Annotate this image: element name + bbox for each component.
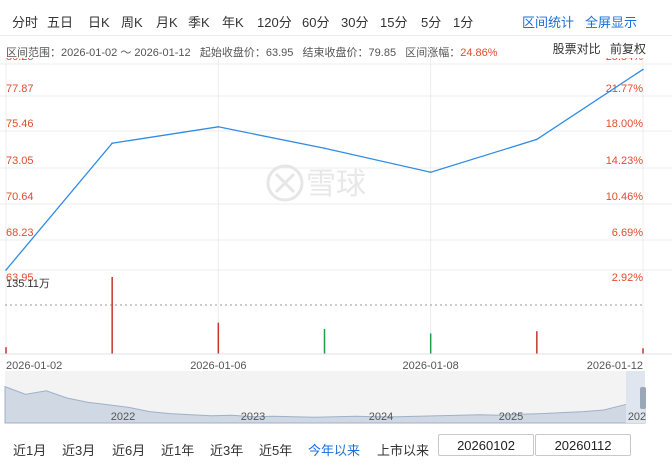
price-point: [429, 171, 432, 174]
watermark-text: 雪球: [306, 167, 366, 202]
y-axis-right: 25.54% 21.77% 18.00% 14.23% 10.46% 6.69% 2.92%: [606, 58, 644, 284]
range-stats-button[interactable]: 区间统计: [522, 12, 574, 31]
stock-compare-link[interactable]: 股票对比: [553, 42, 601, 56]
overview-year-label: 2025: [499, 411, 523, 423]
tab-yearly-k[interactable]: 年K: [222, 12, 244, 31]
price-point: [323, 147, 326, 150]
tab-120min[interactable]: 120分: [257, 12, 292, 31]
volume-bar: [111, 277, 113, 354]
tab-5min[interactable]: 5分: [421, 12, 441, 31]
range-selector: 近1月 近3月 近6月 近1年 近3年 近5年 今年以来 上市以来: [0, 434, 672, 462]
price-point: [536, 138, 538, 141]
tabs-divider: [0, 35, 672, 36]
tab-15min[interactable]: 15分: [380, 12, 407, 31]
y-tick-label-right: 2.92%: [612, 272, 643, 284]
price-chart[interactable]: 雪球 80.2877.8775.4673.0570.6468.2363.95 2…: [0, 58, 672, 434]
y-tick-label-left: 77.87: [6, 83, 34, 95]
tab-quarterly-k[interactable]: 季K: [188, 12, 210, 31]
price-point: [642, 68, 644, 71]
watermark: 雪球: [266, 164, 366, 202]
tab-time-sharing[interactable]: 分时: [12, 12, 38, 31]
tab-five-day[interactable]: 五日: [47, 12, 73, 31]
range-ytd-button[interactable]: 今年以来: [308, 440, 360, 459]
volume-bar: [217, 322, 220, 354]
overview-year-label: 2022: [111, 411, 135, 423]
y-tick-label-left: 75.46: [6, 118, 34, 130]
volume-bar: [429, 333, 432, 354]
y-tick-label-right: 18.00%: [606, 118, 644, 130]
y-tick-label-left: 70.64: [6, 191, 34, 203]
end-date-input[interactable]: [535, 434, 631, 456]
tab-1min[interactable]: 1分: [453, 12, 473, 31]
tab-weekly-k[interactable]: 周K: [121, 12, 143, 31]
price-point: [111, 142, 113, 145]
x-axis: 2026-01-02 2026-01-06 2026-01-08 2026-01-12: [6, 360, 643, 372]
range-1-year-button[interactable]: 近1年: [161, 440, 194, 459]
start-date-input[interactable]: [438, 434, 534, 456]
range-3-year-button[interactable]: 近3年: [210, 440, 243, 459]
price-point: [5, 269, 7, 271]
range-since-listing-button[interactable]: 上市以来: [377, 440, 429, 459]
tab-30min[interactable]: 30分: [341, 12, 368, 31]
y-tick-label-right: 21.77%: [606, 83, 644, 95]
volume-bar: [5, 347, 7, 354]
volume-bar: [642, 348, 644, 354]
volume-bar: [536, 331, 538, 354]
grid-lines: [0, 58, 672, 354]
range-1-month-button[interactable]: 近1月: [13, 440, 46, 459]
overview-year-label: 2023: [241, 411, 265, 423]
y-tick-label-right: 25.54%: [606, 58, 644, 63]
adjust-mode-select[interactable]: 前复权: [610, 42, 646, 56]
x-tick-label: 2026-01-12: [587, 360, 643, 372]
overview-year-label: 2024: [369, 411, 393, 423]
y-axis-left: 80.2877.8775.4673.0570.6468.2363.95: [6, 58, 34, 284]
x-tick-label: 2026-01-08: [403, 360, 459, 372]
volume-bars: [5, 277, 644, 354]
y-tick-label-left: 80.28: [6, 58, 34, 63]
range-3-month-button[interactable]: 近3月: [62, 440, 95, 459]
y-tick-label-right: 6.69%: [612, 227, 643, 239]
y-tick-label-right: 10.46%: [606, 191, 644, 203]
x-tick-label: 2026-01-02: [6, 360, 62, 372]
y-tick-label-right: 14.23%: [606, 155, 644, 167]
tab-daily-k[interactable]: 日K: [88, 12, 110, 31]
overview-drag-handle[interactable]: [640, 387, 646, 409]
chart-options: 股票对比 前复权: [547, 40, 646, 57]
range-5-year-button[interactable]: 近5年: [259, 440, 292, 459]
volume-bar: [323, 328, 326, 354]
y-tick-label-left: 68.23: [6, 227, 34, 239]
tab-monthly-k[interactable]: 月K: [156, 12, 178, 31]
tab-60min[interactable]: 60分: [302, 12, 329, 31]
x-tick-label: 2026-01-06: [190, 360, 246, 372]
volume-max-label: 135.11万: [6, 278, 50, 290]
price-point: [217, 126, 220, 128]
y-tick-label-left: 73.05: [6, 155, 34, 167]
overview-year-label: 202: [628, 411, 646, 423]
fullscreen-button[interactable]: 全屏显示: [585, 12, 637, 31]
range-6-month-button[interactable]: 近6月: [112, 440, 145, 459]
watermark-logo-mark: [274, 172, 296, 194]
